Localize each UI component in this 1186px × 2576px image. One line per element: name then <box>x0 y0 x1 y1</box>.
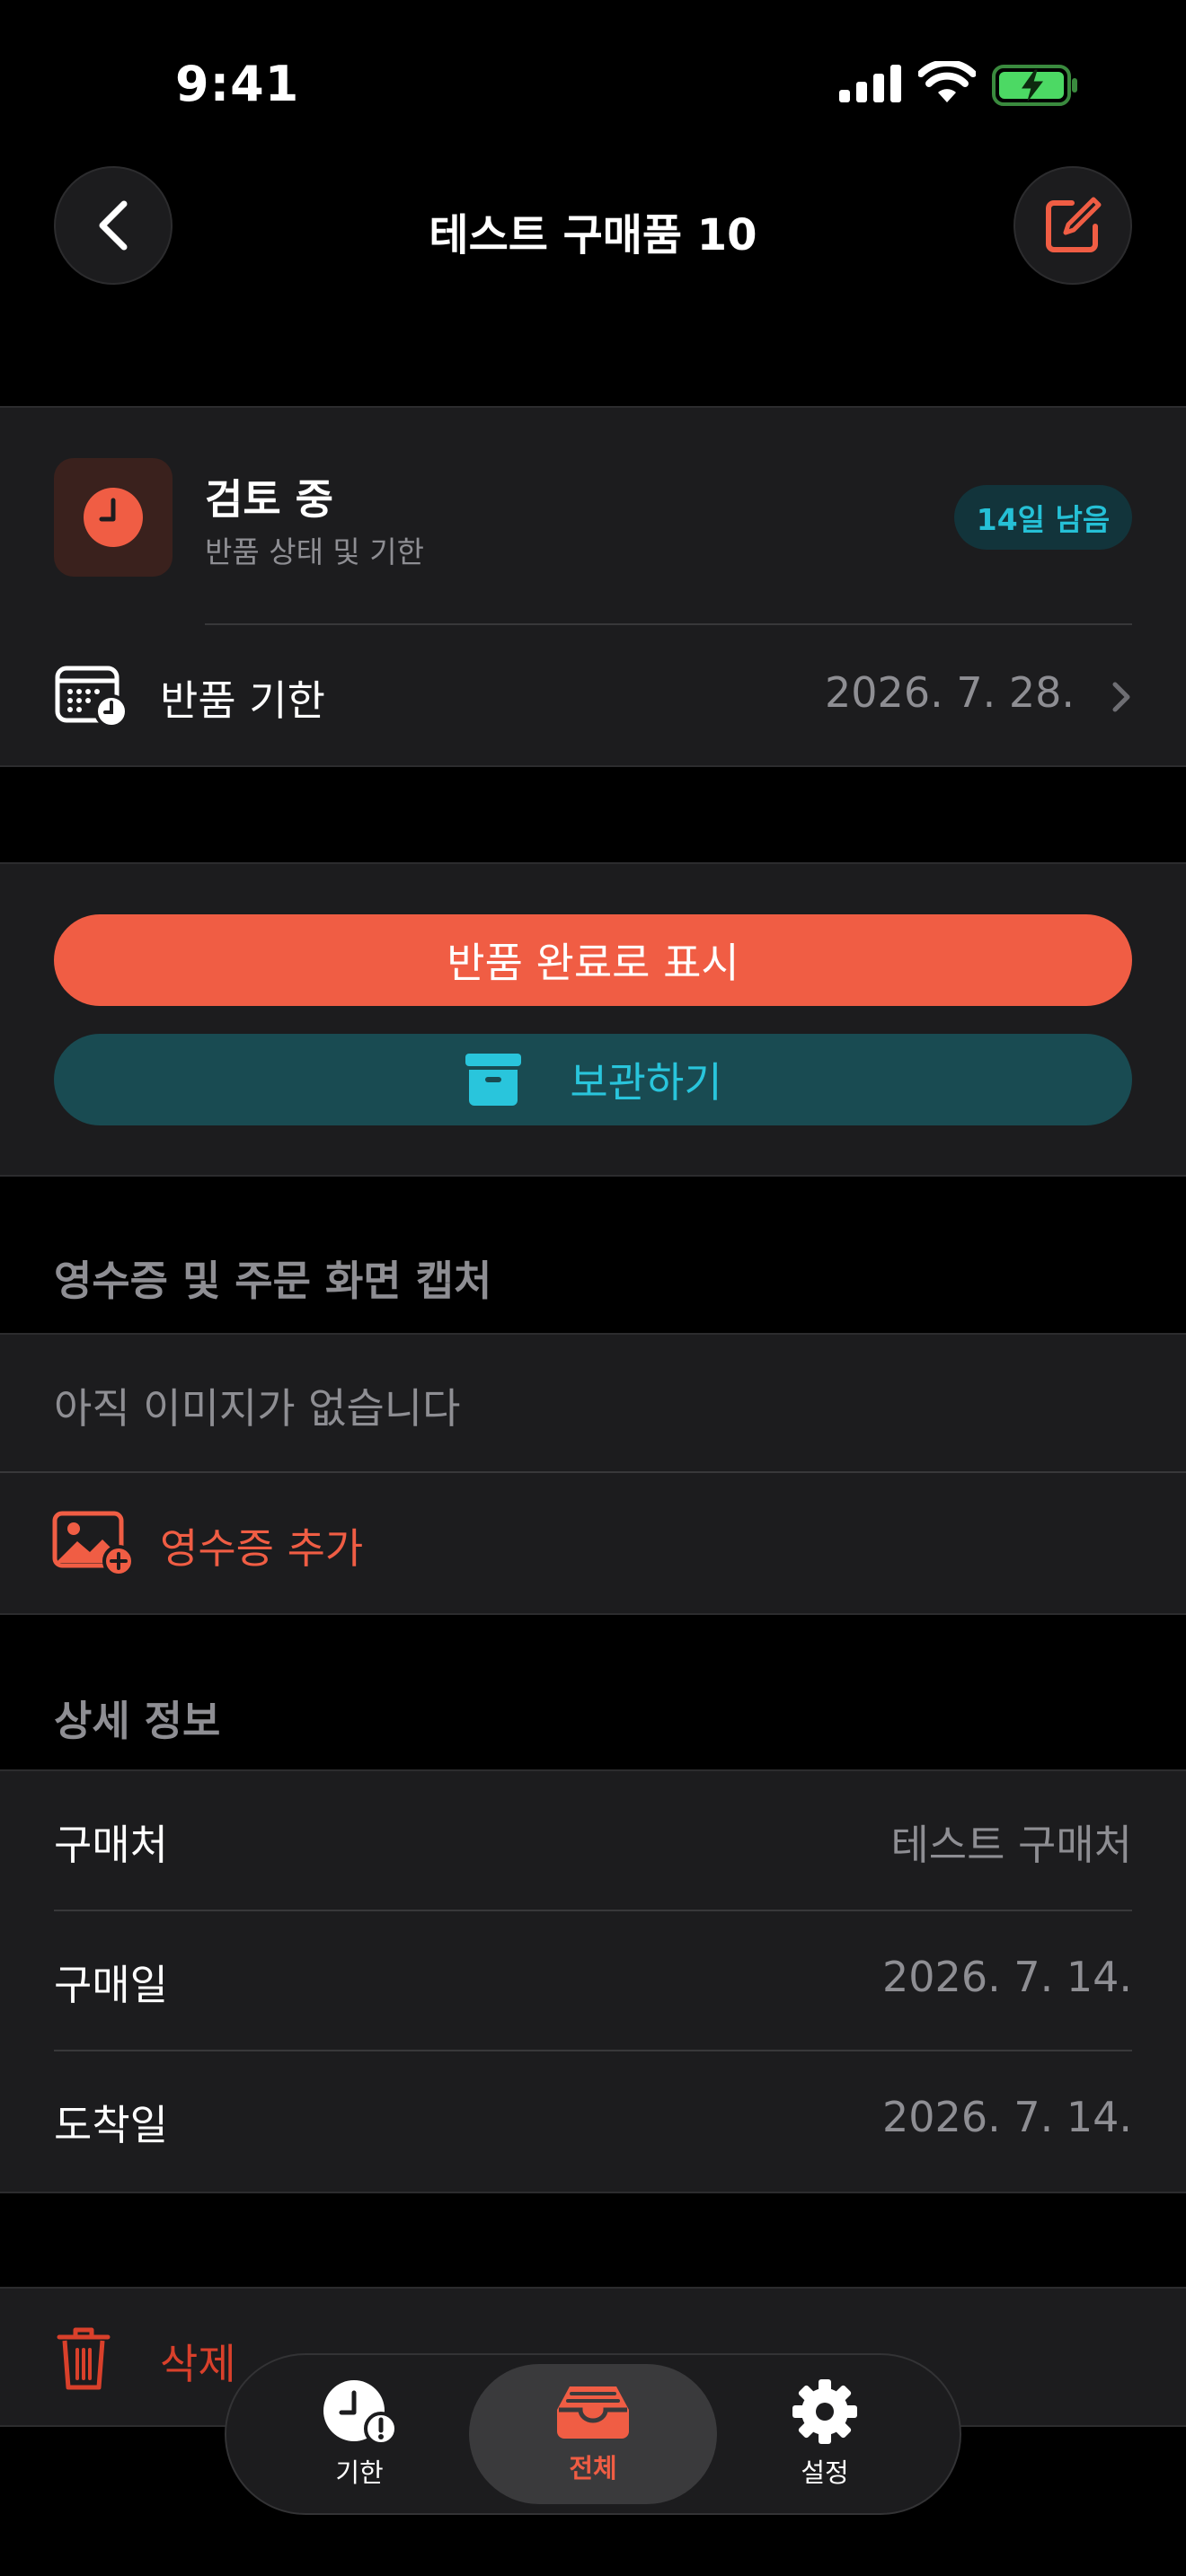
status-time: 9:41 <box>175 56 300 112</box>
detail-value: 2026. 7. 14. <box>882 2093 1132 2141</box>
archive-box-icon <box>465 1054 522 1106</box>
edit-button[interactable] <box>1013 166 1132 285</box>
details-section-header: 상세 정보 <box>54 1697 221 1745</box>
trash-icon <box>57 2327 111 2390</box>
detail-value: 2026. 7. 14. <box>882 1953 1132 2001</box>
delete-label: 삭제 <box>160 2340 236 2388</box>
tab-label: 기한 <box>335 2457 384 2488</box>
tab-label: 설정 <box>801 2457 849 2488</box>
tab-all[interactable]: 전체 <box>469 2364 717 2504</box>
deadline-label: 반품 기한 <box>160 676 325 725</box>
gear-icon <box>792 2379 857 2444</box>
detail-row-purchase-date: 구매일 2026. 7. 14. <box>0 1911 1186 2050</box>
tab-label: 전체 <box>569 2453 617 2483</box>
chevron-right-icon <box>1112 682 1130 712</box>
edit-icon <box>1046 197 1102 252</box>
status-icon-container <box>54 458 173 577</box>
battery-charging-icon <box>992 65 1077 106</box>
tray-icon <box>557 2386 629 2439</box>
status-subtitle: 반품 상태 및 기한 <box>205 534 424 569</box>
wifi-icon <box>918 61 976 102</box>
add-receipt-row[interactable]: 영수증 추가 <box>0 1475 1186 1613</box>
actions-card <box>0 862 1186 1177</box>
no-images-text: 아직 이미지가 없습니다 <box>54 1384 461 1433</box>
tab-settings[interactable]: 설정 <box>701 2364 949 2504</box>
days-remaining-badge: 14일 남음 <box>954 485 1132 550</box>
divider <box>205 623 1132 625</box>
tab-deadline[interactable]: 기한 <box>235 2364 483 2504</box>
deadline-row[interactable]: 반품 기한 2026. 7. 28. <box>0 629 1186 765</box>
cellular-signal-icon <box>839 65 901 102</box>
clock-alert-icon <box>323 2380 397 2445</box>
deadline-value: 2026. 7. 28. <box>825 668 1075 717</box>
detail-row-store: 구매처 테스트 구매처 <box>0 1771 1186 1910</box>
archive-button[interactable]: 보관하기 <box>54 1034 1132 1125</box>
detail-label: 구매처 <box>54 1821 168 1869</box>
add-photo-icon <box>52 1511 135 1575</box>
detail-label: 구매일 <box>54 1961 168 2009</box>
detail-label: 도착일 <box>54 2101 168 2149</box>
calendar-clock-icon <box>55 666 128 728</box>
status-title: 검토 중 <box>205 475 333 524</box>
receipts-section-header: 영수증 및 주문 화면 캡처 <box>54 1257 492 1305</box>
detail-row-arrival-date: 도착일 2026. 7. 14. <box>0 2051 1186 2192</box>
clock-icon <box>84 488 143 547</box>
page-title: 테스트 구매품 10 <box>429 210 757 260</box>
mark-returned-button[interactable]: 반품 완료로 표시 <box>54 914 1132 1006</box>
divider <box>0 1471 1186 1473</box>
detail-value: 테스트 구매처 <box>890 1821 1132 1869</box>
add-receipt-label: 영수증 추가 <box>160 1524 364 1573</box>
archive-label: 보관하기 <box>570 1058 722 1107</box>
